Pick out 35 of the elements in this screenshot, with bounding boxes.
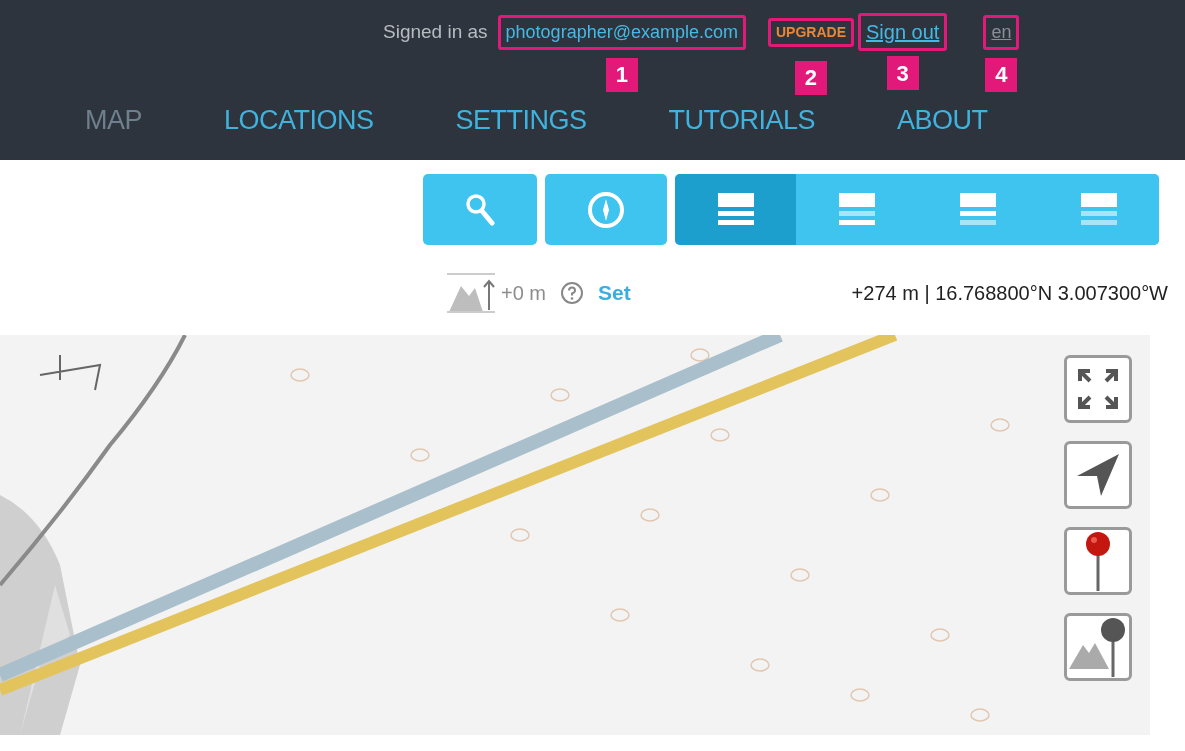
- map-control-button[interactable]: [1064, 613, 1132, 681]
- map-control-button[interactable]: [1064, 527, 1132, 595]
- layer-tab[interactable]: [675, 174, 796, 245]
- map-control-button[interactable]: [1064, 355, 1132, 423]
- compass-button[interactable]: [545, 174, 667, 245]
- map-control-button[interactable]: [1064, 441, 1132, 509]
- nav-tab[interactable]: TUTORIALS: [668, 100, 816, 141]
- account-email-link[interactable]: photographer@example.com: [505, 18, 738, 46]
- callout-badge: 1: [605, 57, 638, 92]
- search-button[interactable]: [423, 174, 537, 245]
- signed-in-label: Signed in as: [383, 19, 488, 44]
- sign-out-link[interactable]: Sign out: [866, 17, 940, 47]
- language-link[interactable]: en: [991, 18, 1012, 46]
- layers-icon: [838, 192, 875, 227]
- layers-icon: [1080, 192, 1117, 227]
- layers-icon: [717, 192, 754, 227]
- position-readout: +274 m | 16.768800°N 3.007300°W: [851, 281, 1168, 306]
- search-icon: [465, 192, 495, 227]
- elevation-offset: +0 m: [501, 281, 547, 306]
- help-icon[interactable]: [560, 281, 585, 305]
- compass-icon: [586, 189, 626, 230]
- nav-tab[interactable]: SETTINGS: [455, 100, 587, 141]
- elevation-icon: [447, 272, 495, 314]
- nav-tab[interactable]: MAP: [85, 100, 142, 141]
- nav-tab[interactable]: LOCATIONS: [224, 100, 374, 141]
- nav-tab[interactable]: ABOUT: [897, 100, 988, 141]
- layers-icon: [959, 192, 996, 227]
- navigation-arrow-icon: [1075, 452, 1121, 498]
- upgrade-link[interactable]: UPGRADE: [776, 21, 846, 43]
- mountain-pin-icon: [1069, 617, 1127, 677]
- fullscreen-icon: [1076, 367, 1120, 411]
- pin-icon: [1085, 531, 1111, 591]
- callout-badge: 2: [795, 60, 827, 95]
- callout-badge: 3: [886, 56, 919, 90]
- callout-badge: 4: [985, 57, 1018, 92]
